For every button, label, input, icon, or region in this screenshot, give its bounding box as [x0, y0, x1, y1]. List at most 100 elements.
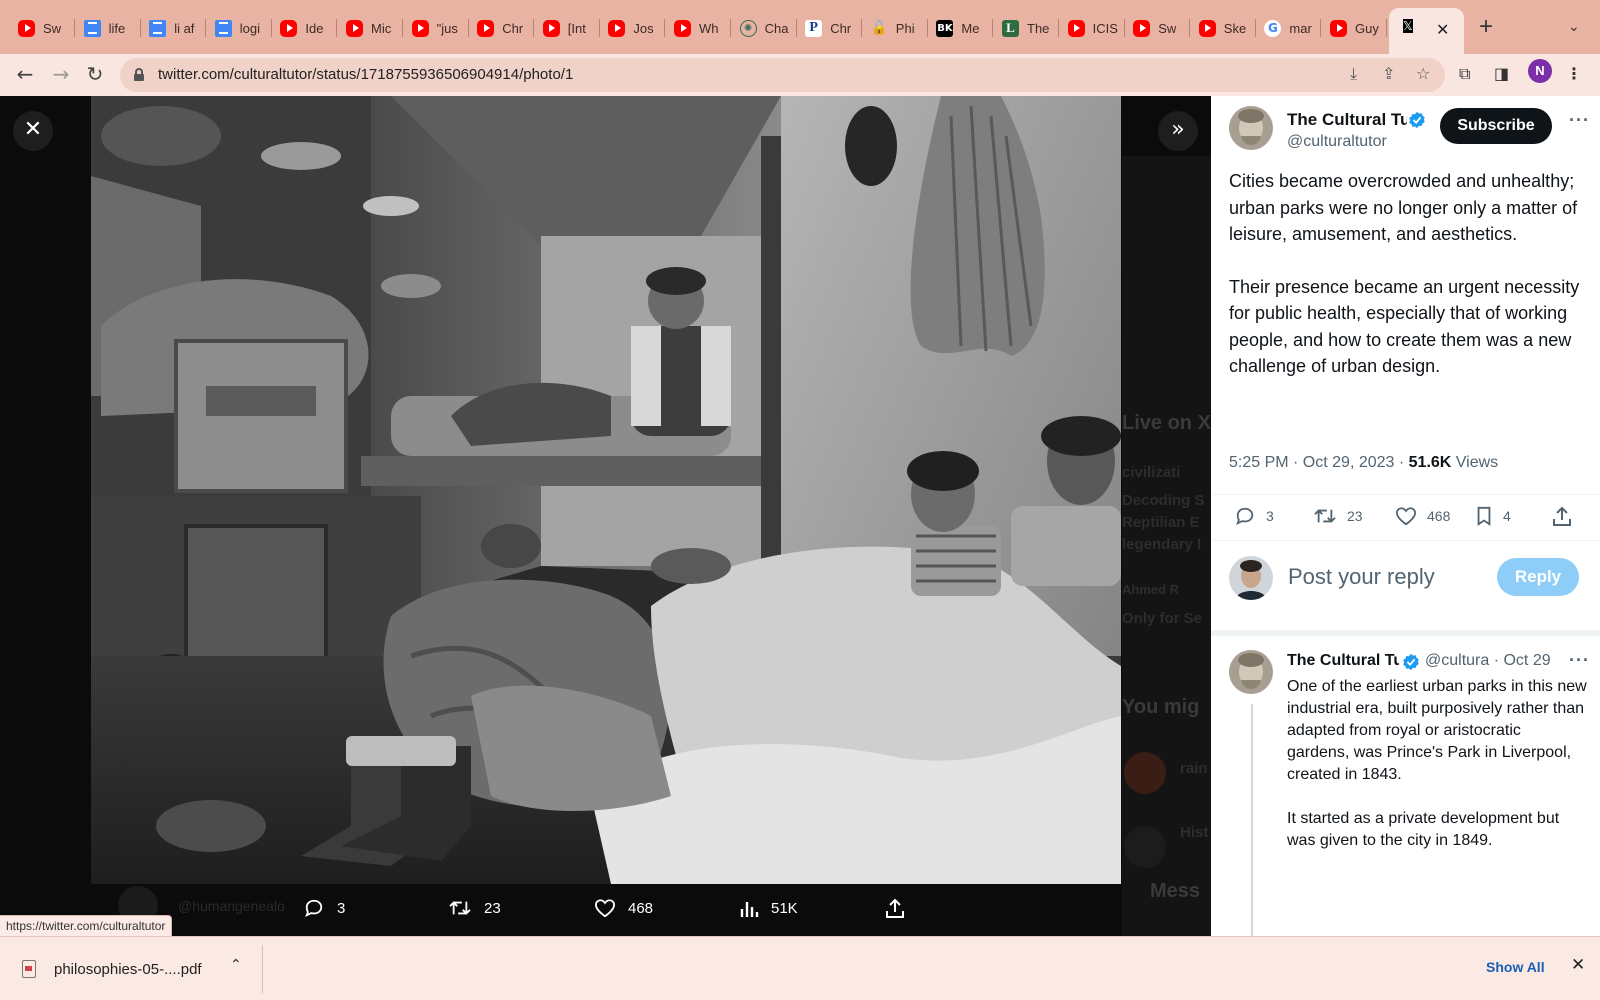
- browser-tab[interactable]: life: [83, 16, 141, 40]
- browser-toolbar: ← → ↻ twitter.com/culturaltutor/status/1…: [0, 54, 1600, 96]
- viewer-like-button[interactable]: 468: [594, 898, 653, 918]
- close-tab-icon[interactable]: ✕: [1436, 20, 1449, 40]
- ghost-text: Reptilian E: [1122, 514, 1200, 531]
- tab-separator: [1320, 19, 1322, 37]
- browser-tab[interactable]: ✺ Cha: [739, 16, 797, 40]
- new-tab-button[interactable]: +: [1479, 15, 1493, 39]
- browser-tab[interactable]: Jos: [608, 16, 666, 40]
- viewer-reply-button[interactable]: 3: [303, 898, 345, 918]
- letter-l-icon: L: [1002, 19, 1019, 37]
- reply-bubble-icon: [1236, 507, 1254, 526]
- browser-tab[interactable]: Guy: [1330, 16, 1387, 40]
- close-icon[interactable]: ✕: [13, 111, 53, 151]
- share-button[interactable]: [1551, 506, 1583, 528]
- pdf-file-icon: [22, 960, 36, 978]
- back-arrow-icon[interactable]: ←: [12, 62, 38, 86]
- viewer-retweet-count: 23: [484, 899, 501, 917]
- reply-button[interactable]: 3: [1234, 506, 1274, 526]
- ghost-text: civilizati: [1122, 464, 1181, 481]
- browser-tab[interactable]: L The: [1002, 16, 1059, 40]
- lock-icon[interactable]: [134, 68, 144, 81]
- chevron-up-icon[interactable]: ⌃: [230, 957, 242, 973]
- browser-tab[interactable]: Wh: [674, 16, 731, 40]
- expand-panel-icon[interactable]: »: [1158, 111, 1198, 151]
- author-handle[interactable]: @culturaltutor: [1287, 133, 1387, 151]
- browser-tab[interactable]: Ide: [280, 16, 338, 40]
- browser-tab[interactable]: Mic: [346, 16, 403, 40]
- browser-menu-icon[interactable]: ⋮: [1566, 64, 1582, 83]
- url-text[interactable]: twitter.com/culturaltutor/status/1718755…: [158, 66, 573, 83]
- ghost-you-might-heading: You mig: [1122, 696, 1200, 718]
- x-logo-icon: 𝕏: [1403, 19, 1413, 33]
- viewer-views-button[interactable]: 51K: [739, 898, 798, 918]
- install-app-icon[interactable]: ⤓: [1350, 64, 1357, 84]
- browser-tab[interactable]: [Int: [542, 16, 600, 40]
- bookmark-star-icon[interactable]: ☆: [1416, 64, 1430, 83]
- author-name[interactable]: The Cultural Tutor: [1287, 110, 1407, 130]
- browser-tab[interactable]: BK Me: [936, 16, 994, 40]
- reply-author-name[interactable]: The Cultural Tutor: [1287, 652, 1399, 670]
- show-all-downloads-link[interactable]: Show All: [1486, 959, 1545, 975]
- bookmark-button[interactable]: 4: [1475, 506, 1511, 526]
- browser-tab[interactable]: Gmar: [1264, 16, 1322, 40]
- share-icon[interactable]: ⇪: [1382, 64, 1395, 83]
- download-file-name[interactable]: philosophies-05-....pdf: [54, 961, 202, 978]
- tab-title: li af: [174, 20, 195, 36]
- side-panel-icon[interactable]: ◨: [1494, 64, 1509, 83]
- verified-badge-icon: [1403, 653, 1419, 671]
- google-icon: G: [1264, 19, 1282, 37]
- browser-tab[interactable]: "jus: [411, 16, 469, 40]
- extensions-icon[interactable]: ⧉: [1459, 64, 1470, 84]
- browser-tab[interactable]: li af: [149, 16, 207, 40]
- active-tab[interactable]: 𝕏 ✕: [1389, 8, 1464, 54]
- more-options-icon[interactable]: ···: [1569, 110, 1590, 131]
- browser-tab[interactable]: Sw: [18, 16, 75, 40]
- close-icon[interactable]: ✕: [1571, 955, 1585, 975]
- views-chart-icon: [740, 902, 759, 917]
- tab-separator: [1189, 19, 1191, 37]
- browser-tab[interactable]: Ske: [1198, 16, 1256, 40]
- reply-button[interactable]: Reply: [1497, 558, 1579, 596]
- browser-tab[interactable]: logi: [214, 16, 272, 40]
- reply-input[interactable]: Post your reply: [1288, 564, 1435, 590]
- tab-separator: [533, 19, 535, 37]
- tab-separator: [926, 19, 928, 37]
- viewer-retweet-button[interactable]: 23: [448, 898, 501, 918]
- author-avatar[interactable]: [1229, 106, 1273, 150]
- tab-title: Me: [961, 20, 980, 36]
- viewer-share-button[interactable]: [884, 898, 918, 920]
- ghost-avatar: [1124, 752, 1166, 794]
- reload-icon[interactable]: ↻: [82, 62, 108, 86]
- tab-separator: [336, 19, 338, 37]
- more-options-icon[interactable]: ···: [1569, 650, 1590, 671]
- browser-tab[interactable]: P Chr: [805, 16, 863, 40]
- thread-reply[interactable]: The Cultural Tutor @cultura · Oct 29 ···…: [1211, 636, 1600, 936]
- current-user-avatar[interactable]: [1229, 556, 1273, 600]
- like-button[interactable]: 468: [1395, 506, 1450, 526]
- reply-author-avatar[interactable]: [1229, 650, 1273, 694]
- browser-tab[interactable]: 🔓 Phi: [870, 16, 928, 40]
- subscribe-button[interactable]: Subscribe: [1440, 108, 1552, 144]
- retweet-count: 23: [1347, 508, 1363, 524]
- tab-title: [Int: [567, 20, 586, 36]
- browser-tab[interactable]: Sw: [1133, 16, 1191, 40]
- tab-search-chevron-icon[interactable]: ⌄: [1568, 18, 1580, 35]
- forward-arrow-icon[interactable]: →: [48, 62, 74, 86]
- download-item[interactable]: philosophies-05-....pdf: [22, 953, 202, 985]
- youtube-icon: [346, 19, 363, 37]
- browser-tab[interactable]: Chr: [477, 16, 535, 40]
- bookmark-icon: [1477, 506, 1491, 526]
- tab-title: Chr: [502, 20, 524, 36]
- youtube-icon: [1330, 19, 1347, 37]
- tab-separator: [992, 19, 994, 37]
- share-upload-icon: [1553, 506, 1571, 526]
- tab-title: Cha: [764, 20, 789, 36]
- browser-tab[interactable]: ICIS: [1067, 16, 1125, 40]
- thread-connector: [1251, 704, 1253, 936]
- profile-avatar[interactable]: N: [1528, 59, 1552, 83]
- address-bar[interactable]: twitter.com/culturaltutor/status/1718755…: [120, 58, 1445, 92]
- reply-handle-time[interactable]: @cultura · Oct 29: [1425, 652, 1551, 670]
- tweet-time[interactable]: 5:25 PM · Oct 29, 2023 ·: [1229, 454, 1409, 471]
- retweet-button[interactable]: 23: [1313, 506, 1363, 526]
- tweet-photo[interactable]: [91, 96, 1121, 884]
